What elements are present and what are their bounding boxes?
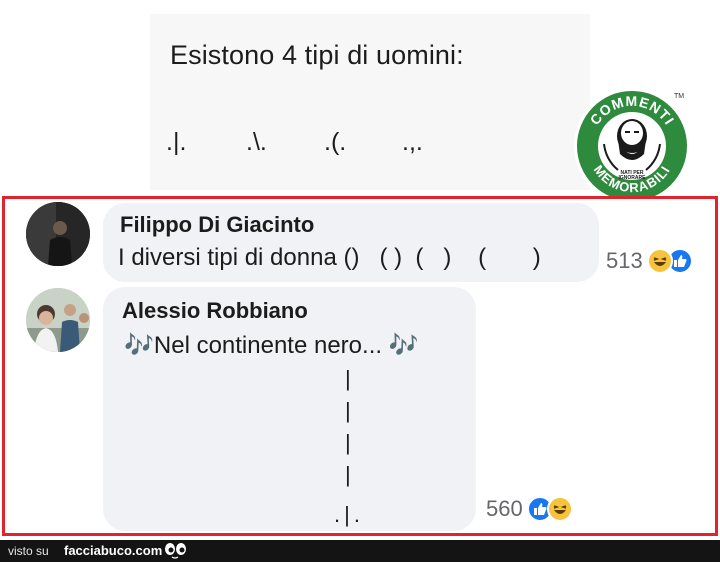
footer-visto-label: visto su xyxy=(8,544,49,558)
symbol-1: .|. xyxy=(166,128,187,156)
symbol-4: .,. xyxy=(402,128,423,156)
comment-line-end: .|. xyxy=(334,502,364,527)
reaction-count: 560 xyxy=(486,496,523,521)
comment-author[interactable]: Filippo Di Giacinto xyxy=(120,212,314,238)
symbol-3: .(. xyxy=(324,128,347,156)
comment-text: I diversi tipi di donna () ( ) ( ) ( ) xyxy=(118,244,541,271)
comment-line: | xyxy=(345,430,351,455)
commenti-memorabili-logo: COMMENTI MEMORABILI NATI PER IGNORARE TM xyxy=(570,84,690,204)
site-footer: visto su facciabuco.com xyxy=(0,540,720,562)
comment-text: 🎶Nel continente nero... 🎶 xyxy=(124,332,419,359)
footer-site-link[interactable]: facciabuco.com xyxy=(64,543,162,558)
haha-icon xyxy=(646,248,673,274)
avatar[interactable] xyxy=(26,288,90,352)
comment-line: | xyxy=(345,398,351,423)
symbol-2: .\. xyxy=(246,128,267,156)
svg-text:TM: TM xyxy=(674,93,684,100)
comment-line: | xyxy=(345,366,351,391)
post-title: Esistono 4 tipi di uomini: xyxy=(170,40,464,70)
reaction-summary[interactable]: 513 xyxy=(606,248,693,274)
avatar[interactable] xyxy=(26,202,90,266)
haha-icon xyxy=(546,496,573,522)
reaction-count: 513 xyxy=(606,248,643,273)
post-symbols: .|. .\. .(. .,. xyxy=(166,128,466,168)
comment-author[interactable]: Alessio Robbiano xyxy=(122,298,308,324)
comment-line: | xyxy=(345,462,351,487)
eyes-icon xyxy=(164,541,188,561)
svg-text:IGNORARE: IGNORARE xyxy=(619,175,647,181)
reaction-summary[interactable]: 560 xyxy=(486,496,573,522)
